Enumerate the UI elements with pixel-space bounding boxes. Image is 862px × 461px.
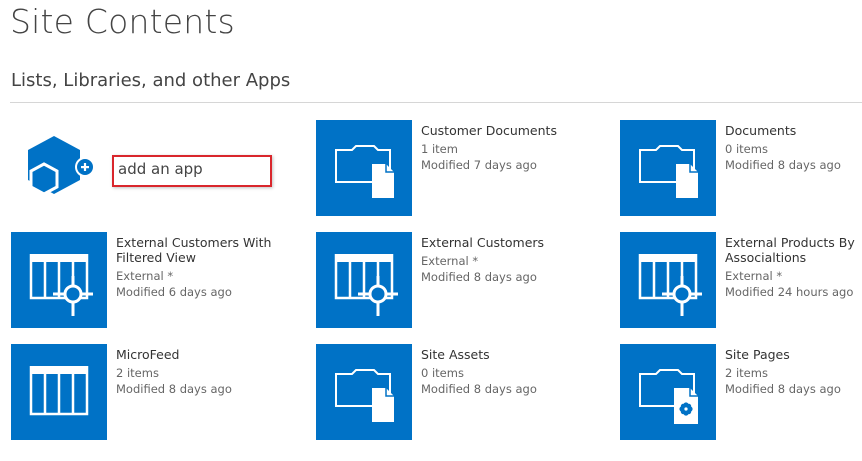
app-name[interactable]: Customer Documents — [421, 123, 591, 138]
app-tile-site-pages[interactable] — [620, 344, 716, 440]
app-tile-microfeed[interactable] — [11, 344, 107, 440]
app-modified: Modified 6 days ago — [116, 285, 232, 299]
app-name[interactable]: External Products By Associaltions — [725, 235, 862, 265]
app-modified: Modified 7 days ago — [421, 158, 537, 172]
app-tile-external-customers-filtered[interactable] — [11, 232, 107, 328]
document-library-icon — [335, 369, 394, 422]
app-name[interactable]: External Customers — [421, 235, 591, 250]
app-tile-external-customers[interactable] — [316, 232, 412, 328]
app-modified: Modified 8 days ago — [116, 382, 232, 396]
add-app-link[interactable]: add an app — [118, 160, 203, 178]
app-tile-external-products[interactable] — [620, 232, 716, 328]
add-app-icon[interactable] — [24, 136, 104, 206]
external-list-icon — [638, 254, 702, 316]
app-name[interactable]: Documents — [725, 123, 862, 138]
list-icon — [29, 366, 89, 416]
app-modified: Modified 8 days ago — [421, 270, 537, 284]
document-library-icon — [639, 145, 698, 198]
app-modified: Modified 8 days ago — [725, 158, 841, 172]
app-tile-site-assets[interactable] — [316, 344, 412, 440]
app-modified: Modified 8 days ago — [725, 382, 841, 396]
app-item-count: 0 items — [421, 366, 464, 380]
app-modified: Modified 8 days ago — [421, 382, 537, 396]
app-item-count: External * — [116, 269, 174, 283]
site-pages-icon — [639, 369, 698, 424]
app-tile-documents[interactable] — [620, 120, 716, 216]
app-name[interactable]: External Customers With Filtered View — [116, 235, 286, 265]
divider — [10, 102, 862, 103]
app-item-count: 2 items — [725, 366, 768, 380]
app-item-count: 2 items — [116, 366, 159, 380]
app-tile-customer-documents[interactable] — [316, 120, 412, 216]
external-list-icon — [29, 254, 93, 316]
app-item-count: External * — [725, 269, 783, 283]
app-item-count: External * — [421, 254, 479, 268]
app-name[interactable]: Site Pages — [725, 347, 862, 362]
external-list-icon — [334, 254, 398, 316]
app-name[interactable]: MicroFeed — [116, 347, 286, 362]
app-modified: Modified 24 hours ago — [725, 285, 854, 299]
app-name[interactable]: Site Assets — [421, 347, 591, 362]
app-item-count: 0 items — [725, 142, 768, 156]
document-library-icon — [335, 145, 394, 198]
app-item-count: 1 item — [421, 142, 458, 156]
page-title: Site Contents — [10, 2, 235, 41]
section-title: Lists, Libraries, and other Apps — [11, 70, 291, 91]
